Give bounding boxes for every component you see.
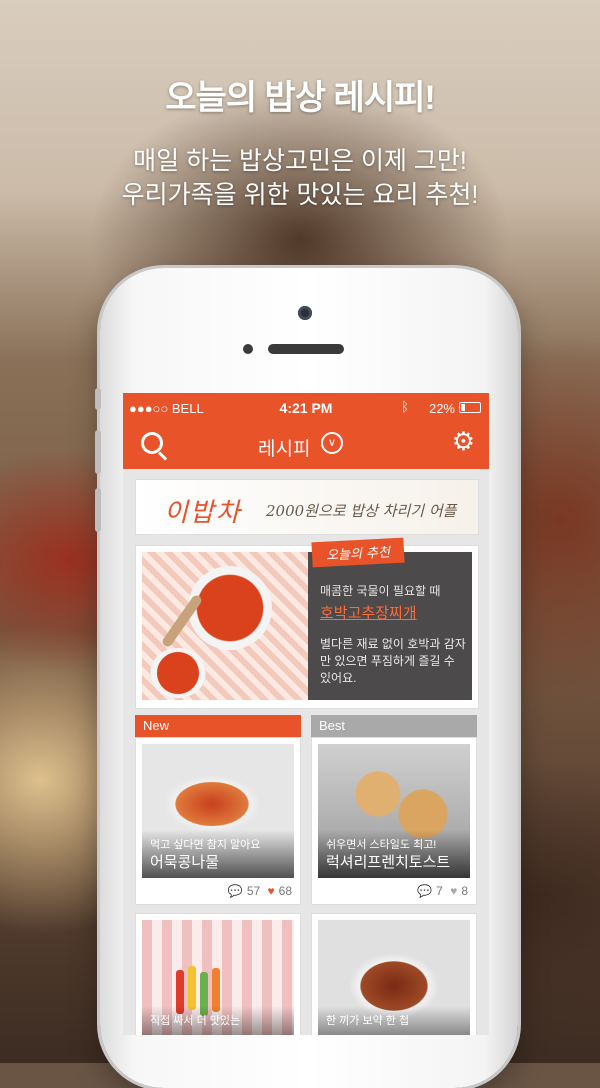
heart-icon[interactable]: ♥ xyxy=(450,884,457,898)
recipe-subtitle: 직접 싸서 더 맛있는 xyxy=(150,1015,241,1027)
featured-recipe-card[interactable]: 매콤한 국물이 필요할 때 호박고추장찌개 별다른 재료 없이 호박과 감자만 … xyxy=(135,537,479,709)
recipe-card[interactable]: 한 끼가 보약 한 첩 xyxy=(311,913,477,1035)
recipe-stats: 💬 57 ♥ 68 xyxy=(224,884,292,898)
stew-bowl-image xyxy=(188,566,272,650)
todays-pick-tag: 오늘의 추천 xyxy=(311,537,405,568)
comment-icon: 💬 xyxy=(417,884,433,898)
battery-icon xyxy=(459,402,481,413)
comment-icon: 💬 xyxy=(227,884,243,898)
search-icon[interactable] xyxy=(141,432,163,454)
recipe-photo: 직접 싸서 더 맛있는 xyxy=(142,920,294,1035)
promo-line-1: 매일 하는 밥상고민은 이제 그만! xyxy=(133,147,467,175)
recipe-feed[interactable]: 이밥차 2000원으로 밥상 차리기 어플 매콤한 국물이 필요할 때 호박고추… xyxy=(123,469,489,1035)
recipe-photo: 먹고 싶다면 참지 말아요 어묵콩나물 xyxy=(142,744,294,878)
like-count: 8 xyxy=(461,884,468,898)
recipe-subtitle: 쉬우면서 스타일도 최고! xyxy=(326,839,437,851)
like-count: 68 xyxy=(278,884,292,898)
phone-screen: ●●●○○ BELL 4:21 PM ᛒ 22% 레시피 ∨ ⚙ 이밥차 200… xyxy=(123,393,489,1035)
app-navbar: 레시피 ∨ ⚙ xyxy=(123,421,489,469)
heart-icon[interactable]: ♥ xyxy=(268,884,275,898)
comment-count: 57 xyxy=(246,884,261,898)
proximity-sensor xyxy=(243,344,253,354)
featured-description: 별다른 재료 없이 호박과 감자만 있으면 푸짐하게 즐길 수 있어요. xyxy=(320,637,466,685)
promo-headline: 오늘의 밥상 레시피! xyxy=(165,79,435,117)
earpiece-speaker xyxy=(268,344,344,354)
battery-percent: 22% xyxy=(428,401,455,416)
recipe-subtitle: 먹고 싶다면 참지 말아요 xyxy=(150,839,261,851)
nav-title[interactable]: 레시피 xyxy=(258,434,310,461)
recipe-title: 어묵콩나물 xyxy=(150,854,220,871)
status-bar: ●●●○○ BELL 4:21 PM ᛒ 22% xyxy=(123,393,489,421)
recipe-photo: 한 끼가 보약 한 첩 xyxy=(318,920,470,1035)
recipe-card[interactable]: 쉬우면서 스타일도 최고! 럭셔리프렌치토스트 💬 7 ♥ 8 xyxy=(311,737,477,905)
bluetooth-icon: ᛒ xyxy=(401,399,409,414)
featured-subtitle: 매콤한 국물이 필요할 때 xyxy=(320,584,441,598)
comment-count: 7 xyxy=(436,884,443,898)
section-new-header: New xyxy=(135,715,301,737)
recipe-title: 럭셔리프렌치토스트 xyxy=(326,854,451,871)
banner-tagline: 2000원으로 밥상 차리기 어플 xyxy=(266,502,457,520)
recipe-card[interactable]: 직접 싸서 더 맛있는 xyxy=(135,913,301,1035)
mute-switch xyxy=(95,388,101,410)
front-camera xyxy=(298,306,312,320)
recipe-stats: 💬 7 ♥ 8 xyxy=(413,884,468,898)
promo-line-2: 우리가족을 위한 맛있는 요리 추천! xyxy=(121,181,479,209)
vegetable-image xyxy=(188,966,196,1010)
recipe-photo: 쉬우면서 스타일도 최고! 럭셔리프렌치토스트 xyxy=(318,744,470,878)
chevron-down-icon[interactable]: ∨ xyxy=(321,432,343,454)
app-banner[interactable]: 이밥차 2000원으로 밥상 차리기 어플 xyxy=(135,479,479,535)
volume-down-button xyxy=(95,488,101,532)
small-bowl-image xyxy=(150,648,206,698)
gear-icon[interactable]: ⚙ xyxy=(452,429,475,455)
volume-up-button xyxy=(95,430,101,474)
featured-recipe-info: 매콤한 국물이 필요할 때 호박고추장찌개 별다른 재료 없이 호박과 감자만 … xyxy=(308,552,472,700)
featured-title[interactable]: 호박고추장찌개 xyxy=(320,602,417,623)
section-best-header: Best xyxy=(311,715,477,737)
recipe-card[interactable]: 먹고 싶다면 참지 말아요 어묵콩나물 💬 57 ♥ 68 xyxy=(135,737,301,905)
featured-recipe-photo xyxy=(142,552,308,700)
banner-brand: 이밥차 xyxy=(164,498,242,528)
recipe-subtitle: 한 끼가 보약 한 첩 xyxy=(326,1015,410,1027)
